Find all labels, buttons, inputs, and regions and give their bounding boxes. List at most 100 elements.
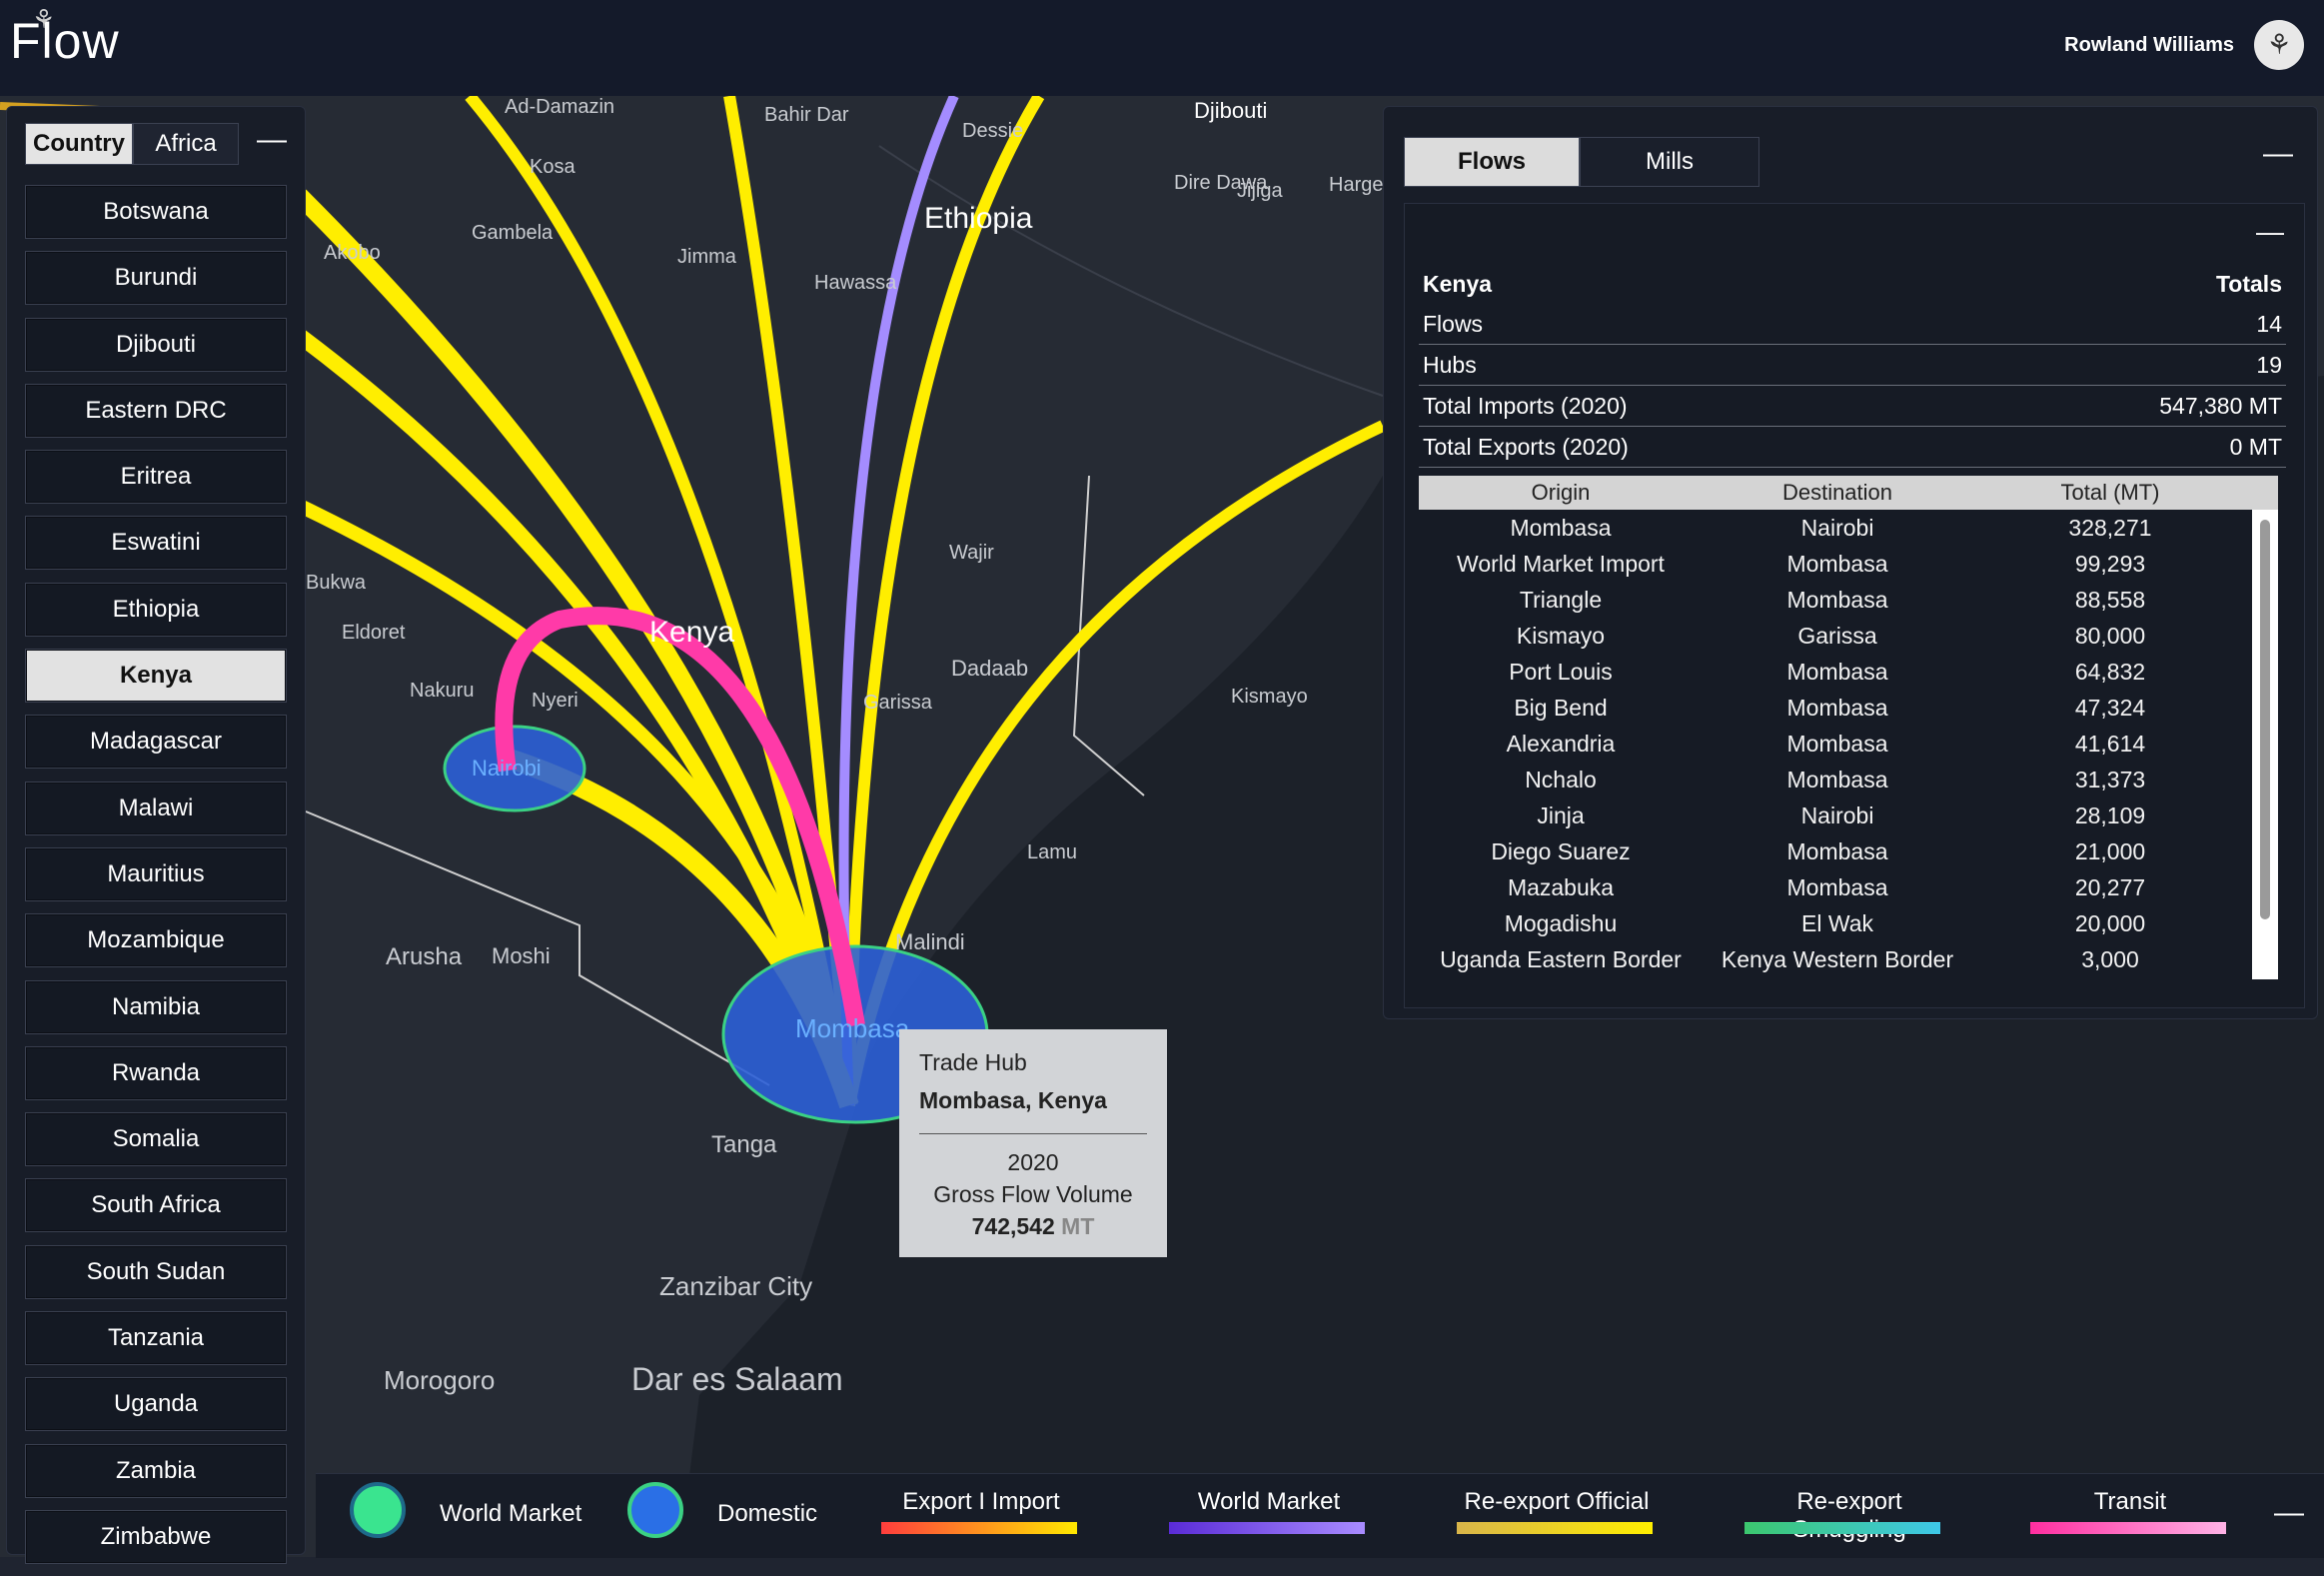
map-label: Harge bbox=[1329, 174, 1384, 196]
country-madagascar[interactable]: Madagascar bbox=[25, 715, 287, 770]
table-row[interactable]: Kismayo Garissa 80,000 bbox=[1419, 618, 2278, 654]
country-mozambique[interactable]: Mozambique bbox=[25, 913, 287, 968]
country-zimbabwe[interactable]: Zimbabwe bbox=[25, 1509, 287, 1564]
user-avatar[interactable]: ⚘ bbox=[2254, 20, 2304, 70]
country-south-africa[interactable]: South Africa bbox=[25, 1178, 287, 1233]
collapse-icon[interactable]: — bbox=[2274, 1498, 2304, 1528]
map-label: Jimma bbox=[677, 246, 736, 268]
country-somalia[interactable]: Somalia bbox=[25, 1112, 287, 1167]
table-row[interactable]: Mogadishu El Wak 20,000 bbox=[1419, 905, 2278, 941]
country-djibouti[interactable]: Djibouti bbox=[25, 317, 287, 372]
country-zambia[interactable]: Zambia bbox=[25, 1443, 287, 1498]
map-label: Zanzibar City bbox=[659, 1271, 813, 1301]
table-row[interactable]: Diego Suarez Mombasa 21,000 bbox=[1419, 833, 2278, 869]
table-row[interactable]: World Market Import Mombasa 99,293 bbox=[1419, 546, 2278, 582]
total-cell: 328,271 bbox=[2068, 515, 2152, 541]
summary-label: Flows bbox=[1423, 311, 1484, 337]
map-label: Morogoro bbox=[384, 1365, 496, 1395]
map-label: Nyeri bbox=[532, 690, 579, 712]
summary-row: Total Imports (2020) 547,380 MT bbox=[1419, 386, 2286, 427]
table-row[interactable]: Mazabuka Mombasa 20,277 bbox=[1419, 869, 2278, 905]
app-logo[interactable]: ⚘ Flow bbox=[10, 4, 120, 70]
country-kenya[interactable]: Kenya bbox=[25, 649, 287, 704]
country-sidebar: Country Africa — Botswana Burundi Djibou… bbox=[6, 106, 306, 1564]
table-row[interactable]: Big Bend Mombasa 47,324 bbox=[1419, 690, 2278, 726]
table-row[interactable]: Nchalo Mombasa 31,373 bbox=[1419, 762, 2278, 797]
summary-title: Kenya bbox=[1423, 271, 1493, 297]
map-label: Kenya bbox=[649, 616, 735, 649]
country-uganda[interactable]: Uganda bbox=[25, 1377, 287, 1432]
country-eastern-drc[interactable]: Eastern DRC bbox=[25, 383, 287, 438]
collapse-icon[interactable]: — bbox=[2256, 218, 2284, 246]
map-label: Wajir bbox=[949, 542, 994, 564]
destination-cell: Nairobi bbox=[1800, 515, 1874, 541]
destination-cell: Garissa bbox=[1797, 623, 1877, 649]
hub-tooltip: Trade Hub Mombasa, Kenya 2020 Gross Flow… bbox=[899, 1029, 1167, 1257]
tooltip-year: 2020 bbox=[1007, 1149, 1059, 1175]
country-burundi[interactable]: Burundi bbox=[25, 251, 287, 306]
legend-label: Re-export Smuggling bbox=[1792, 1488, 1905, 1543]
map-label: Ad-Damazin bbox=[505, 96, 615, 118]
collapse-icon[interactable]: — bbox=[2263, 139, 2293, 169]
table-row[interactable]: Triangle Mombasa 88,558 bbox=[1419, 582, 2278, 618]
map-label: Nairobi bbox=[472, 756, 542, 781]
origin-cell: Big Bend bbox=[1514, 695, 1608, 721]
country-malawi[interactable]: Malawi bbox=[25, 781, 287, 835]
table-row[interactable]: Port Louis Mombasa 64,832 bbox=[1419, 654, 2278, 690]
table-row[interactable]: Alexandria Mombasa 41,614 bbox=[1419, 726, 2278, 762]
legend-label: World Market bbox=[440, 1500, 582, 1527]
destination-cell: Mombasa bbox=[1786, 731, 1888, 757]
destination-cell: Mombasa bbox=[1786, 767, 1888, 792]
map-label: Dessie bbox=[962, 120, 1024, 142]
summary-header: Kenya Totals bbox=[1419, 264, 2286, 304]
country-botswana[interactable]: Botswana bbox=[25, 185, 287, 239]
header-origin[interactable]: Origin bbox=[1419, 476, 1703, 510]
total-cell: 64,832 bbox=[2074, 659, 2146, 685]
country-rwanda[interactable]: Rwanda bbox=[25, 1045, 287, 1100]
toggle-country[interactable]: Country bbox=[25, 123, 133, 165]
toggle-africa[interactable]: Africa bbox=[133, 123, 239, 165]
map-label: Malindi bbox=[895, 929, 965, 954]
table-row[interactable]: Jinja Nairobi 28,109 bbox=[1419, 797, 2278, 833]
legend-label: Re-export Official bbox=[1464, 1488, 1650, 1515]
tab-flows[interactable]: Flows bbox=[1404, 137, 1580, 187]
destination-cell: Mombasa bbox=[1786, 838, 1888, 864]
scrollbar[interactable] bbox=[2252, 510, 2278, 979]
table-row[interactable]: Uganda Eastern Border Kenya Western Borde… bbox=[1419, 941, 2278, 977]
flows-summary-card: — Kenya Totals Flows 14 Hubs 19 Total Impo… bbox=[1404, 203, 2305, 1008]
legend-color-bar bbox=[1457, 1522, 1653, 1534]
header-destination[interactable]: Destination bbox=[1703, 476, 1972, 510]
map-label: Bukwa bbox=[306, 572, 367, 594]
legend-label: Transit bbox=[2093, 1488, 2167, 1515]
summary-totals-label: Totals bbox=[2215, 271, 2282, 297]
summary-value: 0 MT bbox=[2229, 434, 2282, 460]
tooltip-metric: Gross Flow Volume bbox=[933, 1181, 1133, 1207]
country-mauritius[interactable]: Mauritius bbox=[25, 846, 287, 901]
header-total[interactable]: Total (MT) bbox=[1972, 476, 2248, 510]
collapse-icon[interactable]: — bbox=[257, 125, 287, 155]
tooltip-type: Trade Hub bbox=[919, 1049, 1027, 1075]
country-south-sudan[interactable]: South Sudan bbox=[25, 1244, 287, 1299]
country-list: Botswana Burundi Djibouti Eastern DRC Er… bbox=[25, 185, 287, 1576]
tab-mills[interactable]: Mills bbox=[1580, 137, 1759, 187]
origin-cell: Kismayo bbox=[1516, 623, 1606, 649]
total-cell: 47,324 bbox=[2074, 695, 2146, 721]
user-name[interactable]: Rowland Williams bbox=[2064, 34, 2234, 57]
destination-cell: Nairobi bbox=[1800, 802, 1874, 828]
scrollbar-thumb[interactable] bbox=[2260, 520, 2270, 919]
table-row[interactable]: Mombasa Nairobi 328,271 bbox=[1419, 510, 2278, 546]
country-namibia[interactable]: Namibia bbox=[25, 979, 287, 1034]
legend-label: World Market bbox=[1197, 1488, 1341, 1515]
country-eritrea[interactable]: Eritrea bbox=[25, 450, 287, 505]
total-cell: 80,000 bbox=[2074, 623, 2146, 649]
map-label: Garissa bbox=[863, 692, 932, 714]
legend-label: Domestic bbox=[717, 1500, 818, 1527]
table-header: Origin Destination Total (MT) bbox=[1419, 476, 2278, 510]
country-tanzania[interactable]: Tanzania bbox=[25, 1311, 287, 1366]
country-ethiopia[interactable]: Ethiopia bbox=[25, 582, 287, 637]
country-eswatini[interactable]: Eswatini bbox=[25, 516, 287, 571]
total-cell: 21,000 bbox=[2074, 838, 2146, 864]
summary-value: 547,380 MT bbox=[2159, 393, 2282, 419]
origin-cell: Mombasa bbox=[1510, 515, 1612, 541]
destination-cell: Mombasa bbox=[1786, 587, 1888, 613]
